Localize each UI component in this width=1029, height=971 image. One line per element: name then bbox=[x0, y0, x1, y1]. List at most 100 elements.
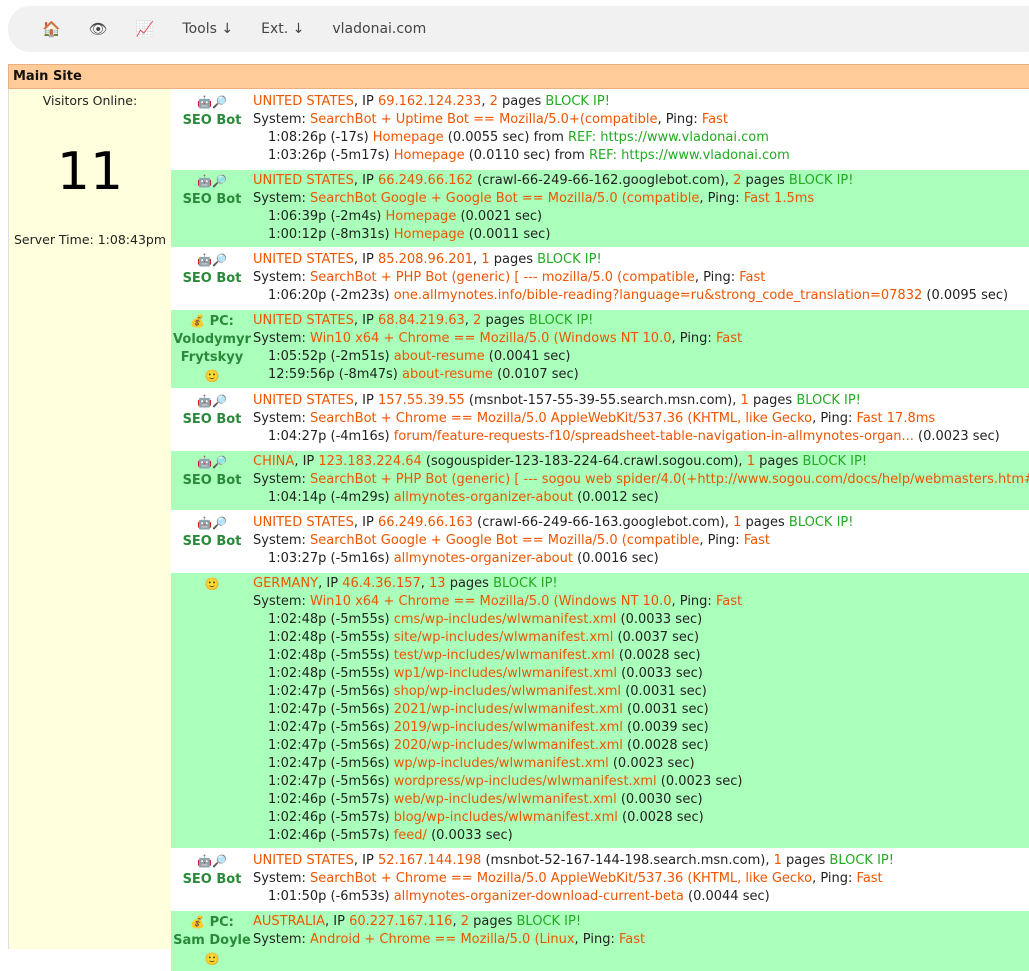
page-link[interactable]: 2020/wp-includes/wlwmanifest.xml bbox=[394, 738, 623, 753]
face-icon: 🙂 bbox=[204, 577, 220, 591]
block-ip-link[interactable]: BLOCK IP! bbox=[493, 576, 558, 591]
ext-menu[interactable]: Ext. ↓ bbox=[261, 21, 304, 37]
block-ip-link[interactable]: BLOCK IP! bbox=[517, 914, 582, 929]
visitor-entry: 💰 PC: Volodymyr Frytskyy 🙂 UNITED STATES, I… bbox=[171, 308, 1029, 388]
page-link[interactable]: 2021/wp-includes/wlwmanifest.xml bbox=[394, 702, 623, 717]
hit-duration: (0.0011 sec) bbox=[464, 227, 551, 242]
system-info: Win10 x64 + Chrome == Mozilla/5.0 (Windo… bbox=[310, 331, 672, 346]
hit-duration: (0.0037 sec) bbox=[613, 630, 700, 645]
hit-time: 1:02:48p (-5m55s) bbox=[268, 612, 394, 627]
visitor-details: UNITED STATES, IP 52.167.144.198 (msnbot… bbox=[253, 852, 1029, 906]
page-link[interactable]: web/wp-includes/wlwmanifest.xml bbox=[394, 792, 617, 807]
page-link[interactable]: Homepage bbox=[394, 227, 465, 242]
ping-label: , Ping: bbox=[699, 533, 744, 548]
page-link[interactable]: about-resume bbox=[402, 367, 493, 382]
page-hit: 1:02:47p (-5m56s) shop/wp-includes/wlwma… bbox=[268, 683, 1029, 701]
page-link[interactable]: Homepage bbox=[373, 130, 444, 145]
ping-label: , Ping: bbox=[671, 594, 716, 609]
money-icon: 💰 bbox=[190, 314, 206, 328]
page-link[interactable]: wp/wp-includes/wlwmanifest.xml bbox=[394, 756, 609, 771]
magnifier-icon: 🔎 bbox=[212, 253, 227, 267]
page-hit: 1:02:47p (-5m56s) wp/wp-includes/wlwmani… bbox=[268, 755, 1029, 773]
system-info: Android + Chrome == Mozilla/5.0 (Linux bbox=[310, 932, 575, 947]
block-ip-link[interactable]: BLOCK IP! bbox=[789, 515, 854, 530]
page-link[interactable]: shop/wp-includes/wlwmanifest.xml bbox=[394, 684, 621, 699]
referrer-link[interactable]: https://www.vladonai.com bbox=[621, 148, 790, 163]
page-link[interactable]: one.allmynotes.info/bible-reading?langua… bbox=[394, 288, 923, 303]
page-link[interactable]: test/wp-includes/wlwmanifest.xml bbox=[394, 648, 615, 663]
page-link[interactable]: Homepage bbox=[394, 148, 465, 163]
page-link[interactable]: wp1/wp-includes/wlwmanifest.xml bbox=[394, 666, 617, 681]
hit-time: 1:03:26p (-5m17s) bbox=[268, 148, 394, 163]
ping-value: Fast 17.8ms bbox=[856, 411, 936, 426]
page-link[interactable]: site/wp-includes/wlwmanifest.xml bbox=[394, 630, 614, 645]
system-label: System: bbox=[253, 533, 310, 548]
ping-value: Fast bbox=[715, 331, 743, 346]
pages-label: pages bbox=[748, 393, 797, 408]
page-link[interactable]: blog/wp-includes/wlwmanifest.xml bbox=[394, 810, 618, 825]
site-link[interactable]: vladonai.com bbox=[332, 21, 426, 37]
block-ip-link[interactable]: BLOCK IP! bbox=[537, 252, 602, 267]
visitor-type: 🤖🔎 SEO Bot bbox=[171, 251, 253, 305]
block-ip-link[interactable]: BLOCK IP! bbox=[796, 393, 861, 408]
pages-label: pages bbox=[445, 576, 494, 591]
page-link[interactable]: wordpress/wp-includes/wlwmanifest.xml bbox=[394, 774, 657, 789]
hit-duration: (0.0033 sec) bbox=[426, 828, 513, 843]
visitor-type-label: PC: bbox=[205, 314, 234, 329]
page-link[interactable]: forum/feature-requests-f10/spreadsheet-t… bbox=[394, 429, 914, 444]
home-icon[interactable]: 🏠 bbox=[42, 20, 61, 38]
page-hit: 1:02:48p (-5m55s) site/wp-includes/wlwma… bbox=[268, 629, 1029, 647]
block-ip-link[interactable]: BLOCK IP! bbox=[545, 94, 610, 109]
ping-label: , Ping: bbox=[574, 932, 619, 947]
country: UNITED STATES bbox=[253, 393, 354, 408]
robot-icon: 🤖 bbox=[197, 95, 212, 109]
ping-value: Fast bbox=[701, 112, 729, 127]
hit-duration: (0.0016 sec) bbox=[572, 551, 659, 566]
pages-count: 1 bbox=[746, 454, 755, 469]
pages-label: pages bbox=[489, 252, 538, 267]
comma: , bbox=[464, 313, 474, 328]
page-hit: 1:02:48p (-5m55s) wp1/wp-includes/wlwman… bbox=[268, 665, 1029, 683]
visitors-online-count: 11 bbox=[56, 142, 124, 202]
hit-duration: (0.0012 sec) bbox=[572, 490, 659, 505]
ip-label: , IP bbox=[353, 252, 378, 267]
system-label: System: bbox=[253, 112, 310, 127]
page-link[interactable]: Homepage bbox=[385, 209, 456, 224]
visitor-type: 🤖🔎 SEO Bot bbox=[171, 852, 253, 906]
comma: , bbox=[732, 393, 741, 408]
referrer-link[interactable]: https://www.vladonai.com bbox=[600, 130, 769, 145]
robot-icon: 🤖 bbox=[197, 394, 212, 408]
system-info: SearchBot + Chrome == Mozilla/5.0 AppleW… bbox=[310, 411, 813, 426]
page-link[interactable]: about-resume bbox=[394, 349, 485, 364]
block-ip-link[interactable]: BLOCK IP! bbox=[529, 313, 594, 328]
ip-label: , IP bbox=[353, 853, 378, 868]
page-hit: 1:02:48p (-5m55s) test/wp-includes/wlwma… bbox=[268, 647, 1029, 665]
page-link[interactable]: allmynotes-organizer-about bbox=[394, 490, 573, 505]
block-ip-link[interactable]: BLOCK IP! bbox=[789, 173, 854, 188]
system-label: System: bbox=[253, 594, 310, 609]
section-title: Main Site bbox=[8, 64, 1029, 89]
hit-duration: (0.0033 sec) bbox=[617, 666, 703, 681]
hostname: (crawl-66-249-66-162.googlebot.com) bbox=[473, 173, 725, 188]
page-link[interactable]: 2019/wp-includes/wlwmanifest.xml bbox=[394, 720, 623, 735]
hit-time: 1:05:52p (-2m51s) bbox=[268, 349, 394, 364]
page-hit: 1:02:47p (-5m56s) 2019/wp-includes/wlwma… bbox=[268, 719, 1029, 737]
page-link[interactable]: feed/ bbox=[394, 828, 427, 843]
top-navigation-bar: 🏠 👁 📈 Tools ↓ Ext. ↓ vladonai.com bbox=[8, 6, 1029, 52]
visitor-details: CHINA, IP 123.183.224.64 (sogouspider-12… bbox=[253, 453, 1029, 507]
chart-icon[interactable]: 📈 bbox=[136, 20, 155, 38]
page-link[interactable]: cms/wp-includes/wlwmanifest.xml bbox=[394, 612, 617, 627]
eye-icon[interactable]: 👁 bbox=[89, 20, 108, 38]
visitor-name: Sam Doyle bbox=[173, 933, 251, 948]
system-label: System: bbox=[253, 871, 310, 886]
system-info: SearchBot Google + Google Bot == Mozilla… bbox=[310, 191, 700, 206]
visitor-type: 💰 PC: Sam Doyle 🙂 bbox=[171, 913, 253, 968]
magnifier-icon: 🔎 bbox=[212, 854, 227, 868]
block-ip-link[interactable]: BLOCK IP! bbox=[802, 454, 867, 469]
page-hit: 1:08:26p (-17s) Homepage (0.0055 sec) fr… bbox=[268, 129, 1029, 147]
tools-menu[interactable]: Tools ↓ bbox=[182, 21, 233, 37]
hit-time: 1:02:46p (-5m57s) bbox=[268, 828, 394, 843]
page-link[interactable]: allmynotes-organizer-download-current-be… bbox=[394, 889, 684, 904]
block-ip-link[interactable]: BLOCK IP! bbox=[829, 853, 894, 868]
page-link[interactable]: allmynotes-organizer-about bbox=[394, 551, 573, 566]
